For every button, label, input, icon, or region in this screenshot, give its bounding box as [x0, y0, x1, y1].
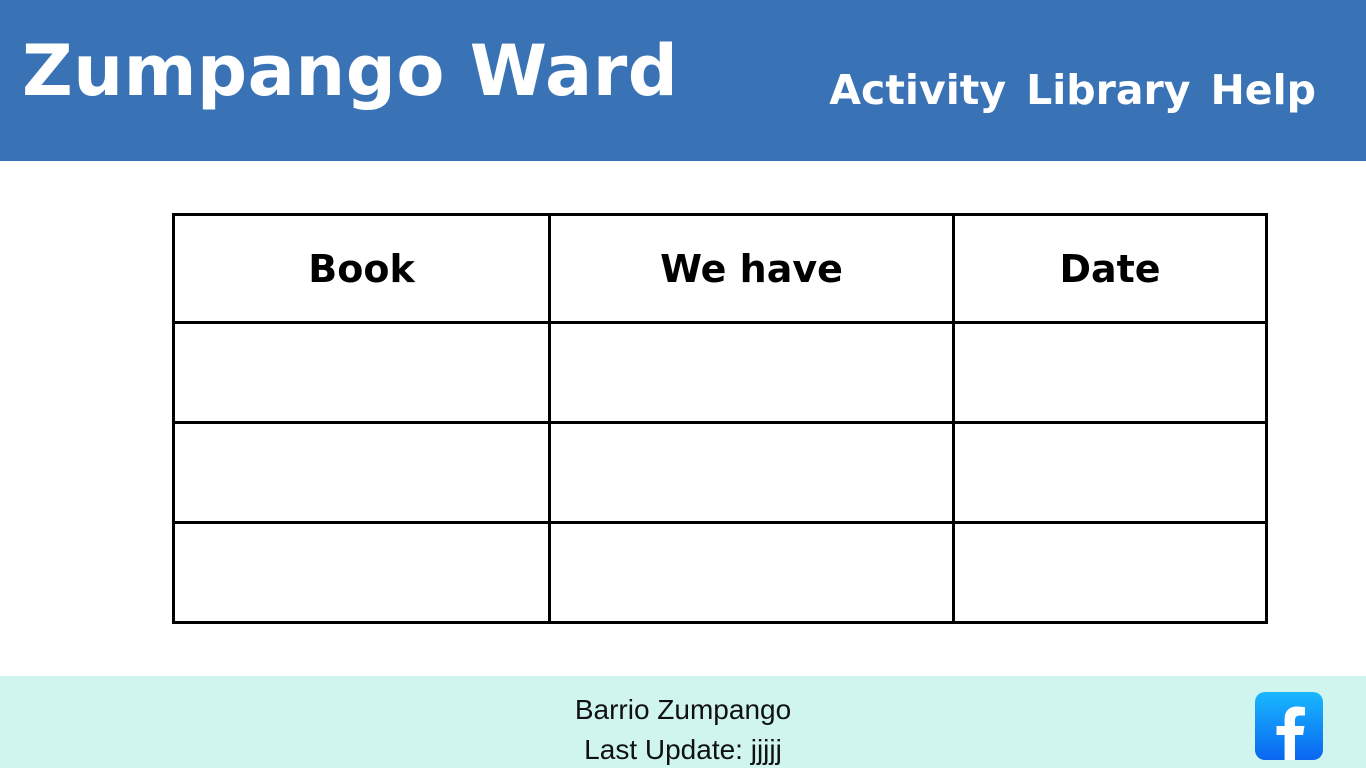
- footer-location: Barrio Zumpango: [574, 694, 792, 725]
- books-table-container: Book We have Date: [172, 213, 1268, 624]
- books-table: Book We have Date: [172, 213, 1268, 624]
- table-header-row: Book We have Date: [172, 213, 1268, 324]
- main-nav: Activity Library Help: [829, 70, 1316, 111]
- table-cell-book: [172, 321, 551, 424]
- nav-link-library[interactable]: Library: [1026, 70, 1190, 111]
- table-cell-we-have: [548, 421, 955, 524]
- table-row: [172, 521, 1268, 624]
- table-cell-date: [952, 421, 1268, 524]
- table-cell-date: [952, 521, 1268, 624]
- table-cell-date: [952, 321, 1268, 424]
- table-row: [172, 321, 1268, 424]
- column-header-date: Date: [952, 213, 1268, 324]
- nav-link-help[interactable]: Help: [1210, 70, 1316, 111]
- table-cell-book: [172, 521, 551, 624]
- column-header-book: Book: [172, 213, 551, 324]
- footer-text: Barrio Zumpango Last Update: jjjjj: [0, 690, 1366, 770]
- table-cell-we-have: [548, 321, 955, 424]
- facebook-link[interactable]: [1255, 692, 1323, 760]
- nav-link-activity[interactable]: Activity: [829, 70, 1006, 111]
- table-row: [172, 421, 1268, 524]
- column-header-we-have: We have: [548, 213, 955, 324]
- site-footer: Barrio Zumpango Last Update: jjjjj: [0, 676, 1366, 768]
- facebook-icon: [1276, 706, 1305, 760]
- table-cell-book: [172, 421, 551, 524]
- site-header: Zumpango Ward Activity Library Help: [0, 0, 1366, 161]
- footer-last-update: Last Update: jjjjj: [584, 734, 782, 765]
- table-cell-we-have: [548, 521, 955, 624]
- site-title[interactable]: Zumpango Ward: [22, 36, 678, 106]
